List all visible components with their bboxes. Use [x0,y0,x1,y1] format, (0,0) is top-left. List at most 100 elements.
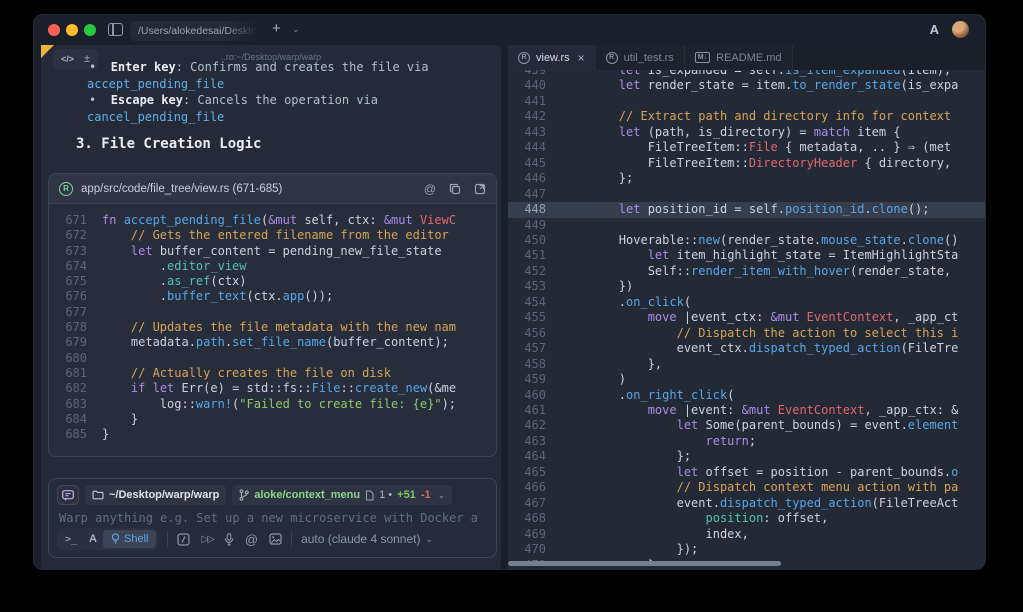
fast-forward-icon[interactable]: ▷▷ [201,534,212,545]
editor-tab-view.rs[interactable]: Rview.rs× [508,45,596,70]
line-number: 447 [508,187,546,202]
code-snippet-body: 671fn accept_pending_file(&mut self, ctx… [49,204,496,442]
rust-file-icon: R [606,52,618,64]
markdown-bullet: • Enter key: Confirms and creates the fi… [41,59,501,76]
shell-mode-selected[interactable]: Shell [103,530,156,548]
code-line: 451 let item_highlight_state = ItemHighl… [508,248,986,263]
tab-label: view.rs [536,52,570,64]
line-number: 457 [508,341,546,356]
line-number: 443 [508,125,546,140]
code-line: 682 if let Err(e) = std::fs::File::creat… [49,381,496,396]
line-number: 448 [508,202,546,217]
code-line: 683 log::warn!("Failed to create file: {… [49,397,496,412]
code-line: 470 }); [508,542,986,557]
code-line: 677 [49,305,496,320]
microphone-icon[interactable] [224,533,234,546]
line-number: 442 [508,109,546,124]
code-line: 676 .buffer_text(ctx.app()); [49,289,496,304]
markdown-code-ref: accept_pending_file [41,76,501,93]
line-number: 677 [49,305,87,320]
rust-file-icon: R [59,182,73,196]
code-line: 469 index, [508,527,986,542]
cwd-badge[interactable]: ~/Desktop/warp/warp [85,485,226,505]
code-line: 466 // Dispatch context menu action with… [508,480,986,495]
code-line: 672 // Gets the entered filename from th… [49,228,496,243]
code-line: 447 [508,187,986,202]
line-number: 465 [508,465,546,480]
mode-segmented-control[interactable]: >_ A Shell [57,528,158,550]
editor-code-area[interactable]: 439 let is_expanded = self.is_item_expan… [508,70,986,563]
markdown-bullet: • Escape key: Cancels the operation via [41,92,501,109]
model-selector[interactable]: auto (claude 4 sonnet) ⌄ [301,532,433,546]
terminal-tab[interactable]: /Users/alokedesai/Desktop/warp/ [130,21,262,41]
chevron-down-icon[interactable]: ⌄ [438,490,446,501]
sidebar-toggle-icon[interactable] [108,23,123,36]
attach-context-icon[interactable]: @ [424,182,436,196]
new-tab-button[interactable]: + [272,20,281,37]
line-number: 458 [508,357,546,372]
code-line: 449 [508,218,986,233]
line-number: 444 [508,140,546,155]
code-line: 442 // Extract path and directory info f… [508,109,986,124]
minimize-window-button[interactable] [66,24,78,36]
line-number: 452 [508,264,546,279]
agent-mode-icon[interactable]: A [83,532,103,546]
line-number: 675 [49,274,87,289]
lightbulb-icon [111,533,120,545]
zoom-window-button[interactable] [84,24,96,36]
horizontal-scrollbar[interactable] [508,561,781,566]
code-line: 679 metadata.path.set_file_name(buffer_c… [49,335,496,350]
terminal-pane: </> ± ..ro:~/Desktop/warp/warp • Enter k… [41,45,501,570]
code-line: 671fn accept_pending_file(&mut self, ctx… [49,213,496,228]
editor-tab-README.md[interactable]: M↓README.md [685,45,793,70]
prompt-mode-icon[interactable]: >_ [59,533,83,546]
code-line: 463 return; [508,434,986,449]
line-number: 671 [49,213,87,228]
line-number: 454 [508,295,546,310]
line-number: 441 [508,94,546,109]
close-window-button[interactable] [48,24,60,36]
code-line: 681 // Actually creates the file on disk [49,366,496,381]
slash-command-icon[interactable] [177,533,190,546]
markdown-code-ref: cancel_pending_file [41,109,501,126]
git-status-badge[interactable]: aloke/context_menu 1 • +51 -1 ⌄ [232,485,452,505]
code-snippet-title: app/src/code/file_tree/view.rs (671-685) [81,183,424,195]
line-number: 682 [49,381,87,396]
warp-logo-icon: A [930,22,939,37]
attach-image-icon[interactable] [269,533,282,545]
code-line: 441 [508,94,986,109]
mention-icon[interactable]: @ [245,532,258,547]
line-number: 464 [508,449,546,464]
code-line: 468 position: offset, [508,511,986,526]
line-number: 684 [49,412,87,427]
line-number: 469 [508,527,546,542]
avatar[interactable] [952,21,969,38]
editor-tab-util_test.rs[interactable]: Rutil_test.rs [596,45,685,70]
line-number: 440 [508,78,546,93]
line-number: 451 [508,248,546,263]
editor-pane: Rview.rs × Rutil_test.rsM↓README.md 439 le… [508,45,986,570]
code-line: 448 let position_id = self.position_id.c… [508,202,986,217]
close-icon[interactable]: × [578,51,585,65]
line-number: 681 [49,366,87,381]
titlebar: /Users/alokedesai/Desktop/warp/ + ⌄ A [34,15,985,45]
line-number: 449 [508,218,546,233]
line-number: 680 [49,351,87,366]
line-number: 674 [49,259,87,274]
folder-icon [92,490,104,500]
code-line: 446 }; [508,171,986,186]
command-input[interactable]: ~/Desktop/warp/warp aloke/context_menu 1… [48,478,497,558]
line-number: 466 [508,480,546,495]
open-external-icon[interactable] [474,183,486,195]
line-number: 470 [508,542,546,557]
copy-icon[interactable] [449,183,461,195]
input-toolbar: >_ A Shell ▷▷ @ auto (clau [57,527,488,551]
tab-list-chevron-icon[interactable]: ⌄ [292,24,300,35]
code-line: 458 }, [508,357,986,372]
git-branch-icon [239,489,249,501]
code-line: 440 let render_state = item.to_render_st… [508,78,986,93]
agent-chat-icon[interactable] [57,485,79,505]
code-line: 444 FileTreeItem::File { metadata, .. } … [508,140,986,155]
code-line: 467 event.dispatch_typed_action(FileTree… [508,496,986,511]
code-line: 678 // Updates the file metadata with th… [49,320,496,335]
